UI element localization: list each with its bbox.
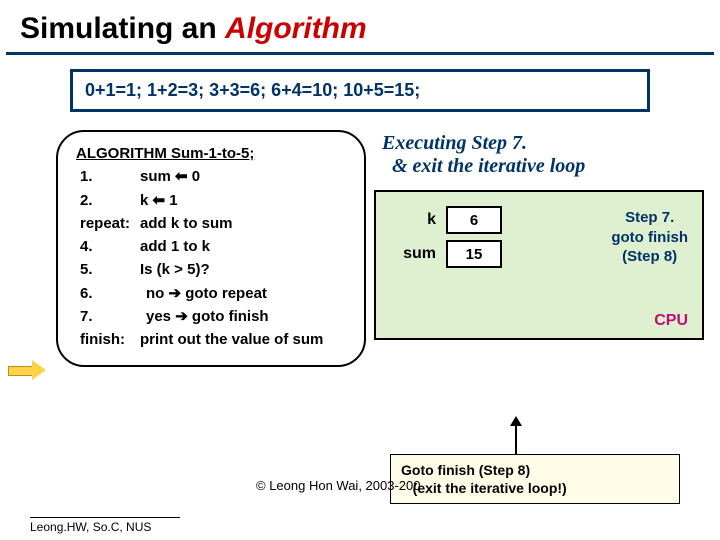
current-step-arrow-icon: [8, 362, 46, 378]
algo-row: 6. no ➔ goto repeat: [76, 282, 327, 305]
algo-row-text: add k to sum: [136, 212, 327, 235]
execution-note: Executing Step 7. & exit the iterative l…: [374, 132, 712, 178]
right-column: Executing Step 7. & exit the iterative l…: [374, 130, 712, 340]
current-step-arrow-col: [8, 130, 48, 378]
title-red: Algorithm: [225, 12, 367, 45]
step-note-l3: (Step 8): [611, 247, 688, 267]
goto-line2: (exit the iterative loop!): [401, 479, 669, 497]
algo-row-text: k ⬅ 1: [136, 189, 327, 212]
algo-row-text: yes ➔ goto finish: [136, 305, 327, 328]
algo-row: 1.sum ⬅ 0: [76, 165, 327, 188]
algo-row-text: no ➔ goto repeat: [136, 282, 327, 305]
exec-line1: Executing Step 7.: [382, 132, 712, 155]
algo-row-label: 2.: [76, 189, 136, 212]
cpu-var-value: 6: [446, 206, 502, 234]
algo-row-label: repeat:: [76, 212, 136, 235]
title-rule: [6, 52, 714, 55]
algorithm-steps: 1.sum ⬅ 02.k ⬅ 1repeat:add k to sum4.add…: [76, 165, 327, 351]
algo-row-text: print out the value of sum: [136, 328, 327, 351]
step-note-l2: goto finish: [611, 228, 688, 248]
step-note-l1: Step 7.: [611, 208, 688, 228]
algo-row-text: sum ⬅ 0: [136, 165, 327, 188]
algo-row: repeat:add k to sum: [76, 212, 327, 235]
algo-row: 5.Is (k > 5)?: [76, 258, 327, 281]
step-note: Step 7. goto finish (Step 8): [611, 208, 688, 267]
algo-row-label: 1.: [76, 165, 136, 188]
copyright: © Leong Hon Wai, 2003-200: [256, 478, 420, 493]
algo-row-text: Is (k > 5)?: [136, 258, 327, 281]
main-row: ALGORITHM Sum-1-to-5; 1.sum ⬅ 02.k ⬅ 1re…: [0, 130, 720, 378]
algo-row: finish:print out the value of sum: [76, 328, 327, 351]
goto-arrow-icon: [515, 418, 517, 454]
slide-title: Simulating an Algorithm: [0, 0, 720, 52]
algo-row-label: finish:: [76, 328, 136, 351]
cpu-var-label: k: [388, 211, 436, 229]
algo-row: 4.add 1 to k: [76, 235, 327, 258]
algo-row: 2.k ⬅ 1: [76, 189, 327, 212]
footer: Leong.HW, So.C, NUS: [30, 517, 180, 534]
algo-row-label: 7.: [76, 305, 136, 328]
cpu-label: CPU: [654, 312, 688, 330]
cpu-var-value: 15: [446, 240, 502, 268]
cpu-var-label: sum: [388, 245, 436, 263]
algo-row-label: 5.: [76, 258, 136, 281]
goto-note-box: Goto finish (Step 8) (exit the iterative…: [390, 454, 680, 504]
formula-box: 0+1=1; 1+2=3; 3+3=6; 6+4=10; 10+5=15;: [70, 69, 650, 112]
algo-row: 7. yes ➔ goto finish: [76, 305, 327, 328]
algo-row-label: 6.: [76, 282, 136, 305]
goto-line1: Goto finish (Step 8): [401, 461, 669, 479]
algo-row-label: 4.: [76, 235, 136, 258]
formula-text: 0+1=1; 1+2=3; 3+3=6; 6+4=10; 10+5=15;: [85, 80, 420, 100]
exec-line2: & exit the iterative loop: [382, 155, 712, 178]
cpu-box: k6 sum 15 Step 7. goto finish (Step 8) CPU: [374, 190, 704, 340]
algo-row-text: add 1 to k: [136, 235, 327, 258]
algorithm-header: ALGORITHM Sum-1-to-5;: [76, 142, 346, 165]
algorithm-box: ALGORITHM Sum-1-to-5; 1.sum ⬅ 02.k ⬅ 1re…: [56, 130, 366, 367]
title-black: Simulating an: [20, 12, 225, 45]
